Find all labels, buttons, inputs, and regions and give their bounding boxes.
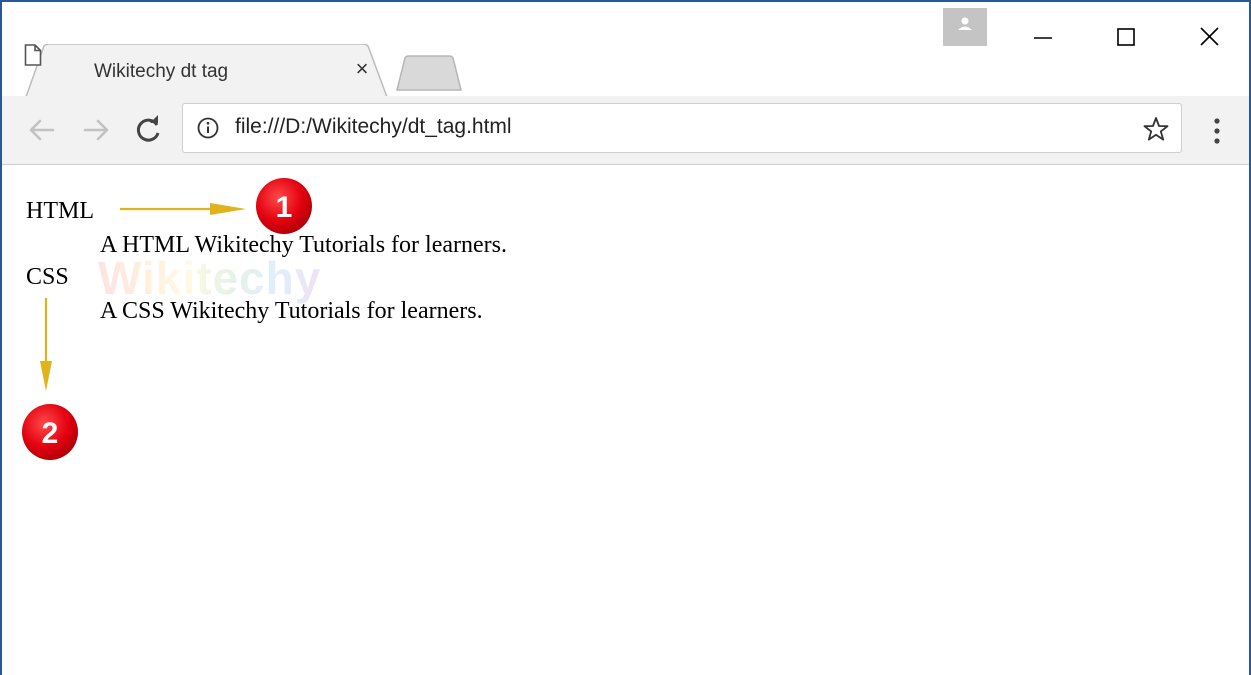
document-icon	[24, 44, 42, 66]
title-bar: Wikitechy dt tag ×	[2, 2, 1249, 97]
badge-number-1: 1	[276, 191, 293, 224]
url-text[interactable]: file:///D:/Wikitechy/dt_tag.html	[235, 115, 512, 139]
annotation-badge-2: 2	[19, 401, 81, 463]
minimize-icon[interactable]	[1002, 2, 1082, 62]
profile-icon[interactable]	[943, 8, 987, 46]
reload-icon[interactable]	[130, 112, 166, 148]
annotation-layer: 1 2	[19, 175, 315, 463]
annotation-arrow-1	[120, 203, 246, 215]
badge-number-2: 2	[42, 417, 59, 450]
tab-title: Wikitechy dt tag	[94, 61, 229, 82]
address-bar[interactable]: file:///D:/Wikitechy/dt_tag.html	[182, 103, 1182, 153]
page-content: Wikitechy HTML A HTML Wikitechy Tutorial…	[2, 165, 1249, 675]
back-arrow-icon[interactable]	[24, 112, 60, 148]
tab-wikitechy-dt-tag[interactable]: Wikitechy dt tag ×	[24, 44, 389, 97]
annotation-badge-1: 1	[253, 175, 315, 237]
browser-toolbar: file:///D:/Wikitechy/dt_tag.html	[2, 96, 1249, 165]
menu-icon[interactable]	[1202, 114, 1232, 148]
star-icon[interactable]	[1143, 116, 1169, 142]
browser-window: Wikitechy dt tag × file:///D:/Wikitechy/…	[0, 0, 1251, 675]
window-close-icon[interactable]	[1168, 2, 1248, 62]
new-tab-button[interactable]	[395, 54, 465, 92]
info-icon[interactable]	[197, 117, 219, 139]
maximize-icon[interactable]	[1086, 2, 1166, 62]
forward-arrow-icon[interactable]	[78, 112, 114, 148]
annotation-arrow-2	[40, 298, 52, 391]
close-icon[interactable]: ×	[350, 57, 374, 81]
